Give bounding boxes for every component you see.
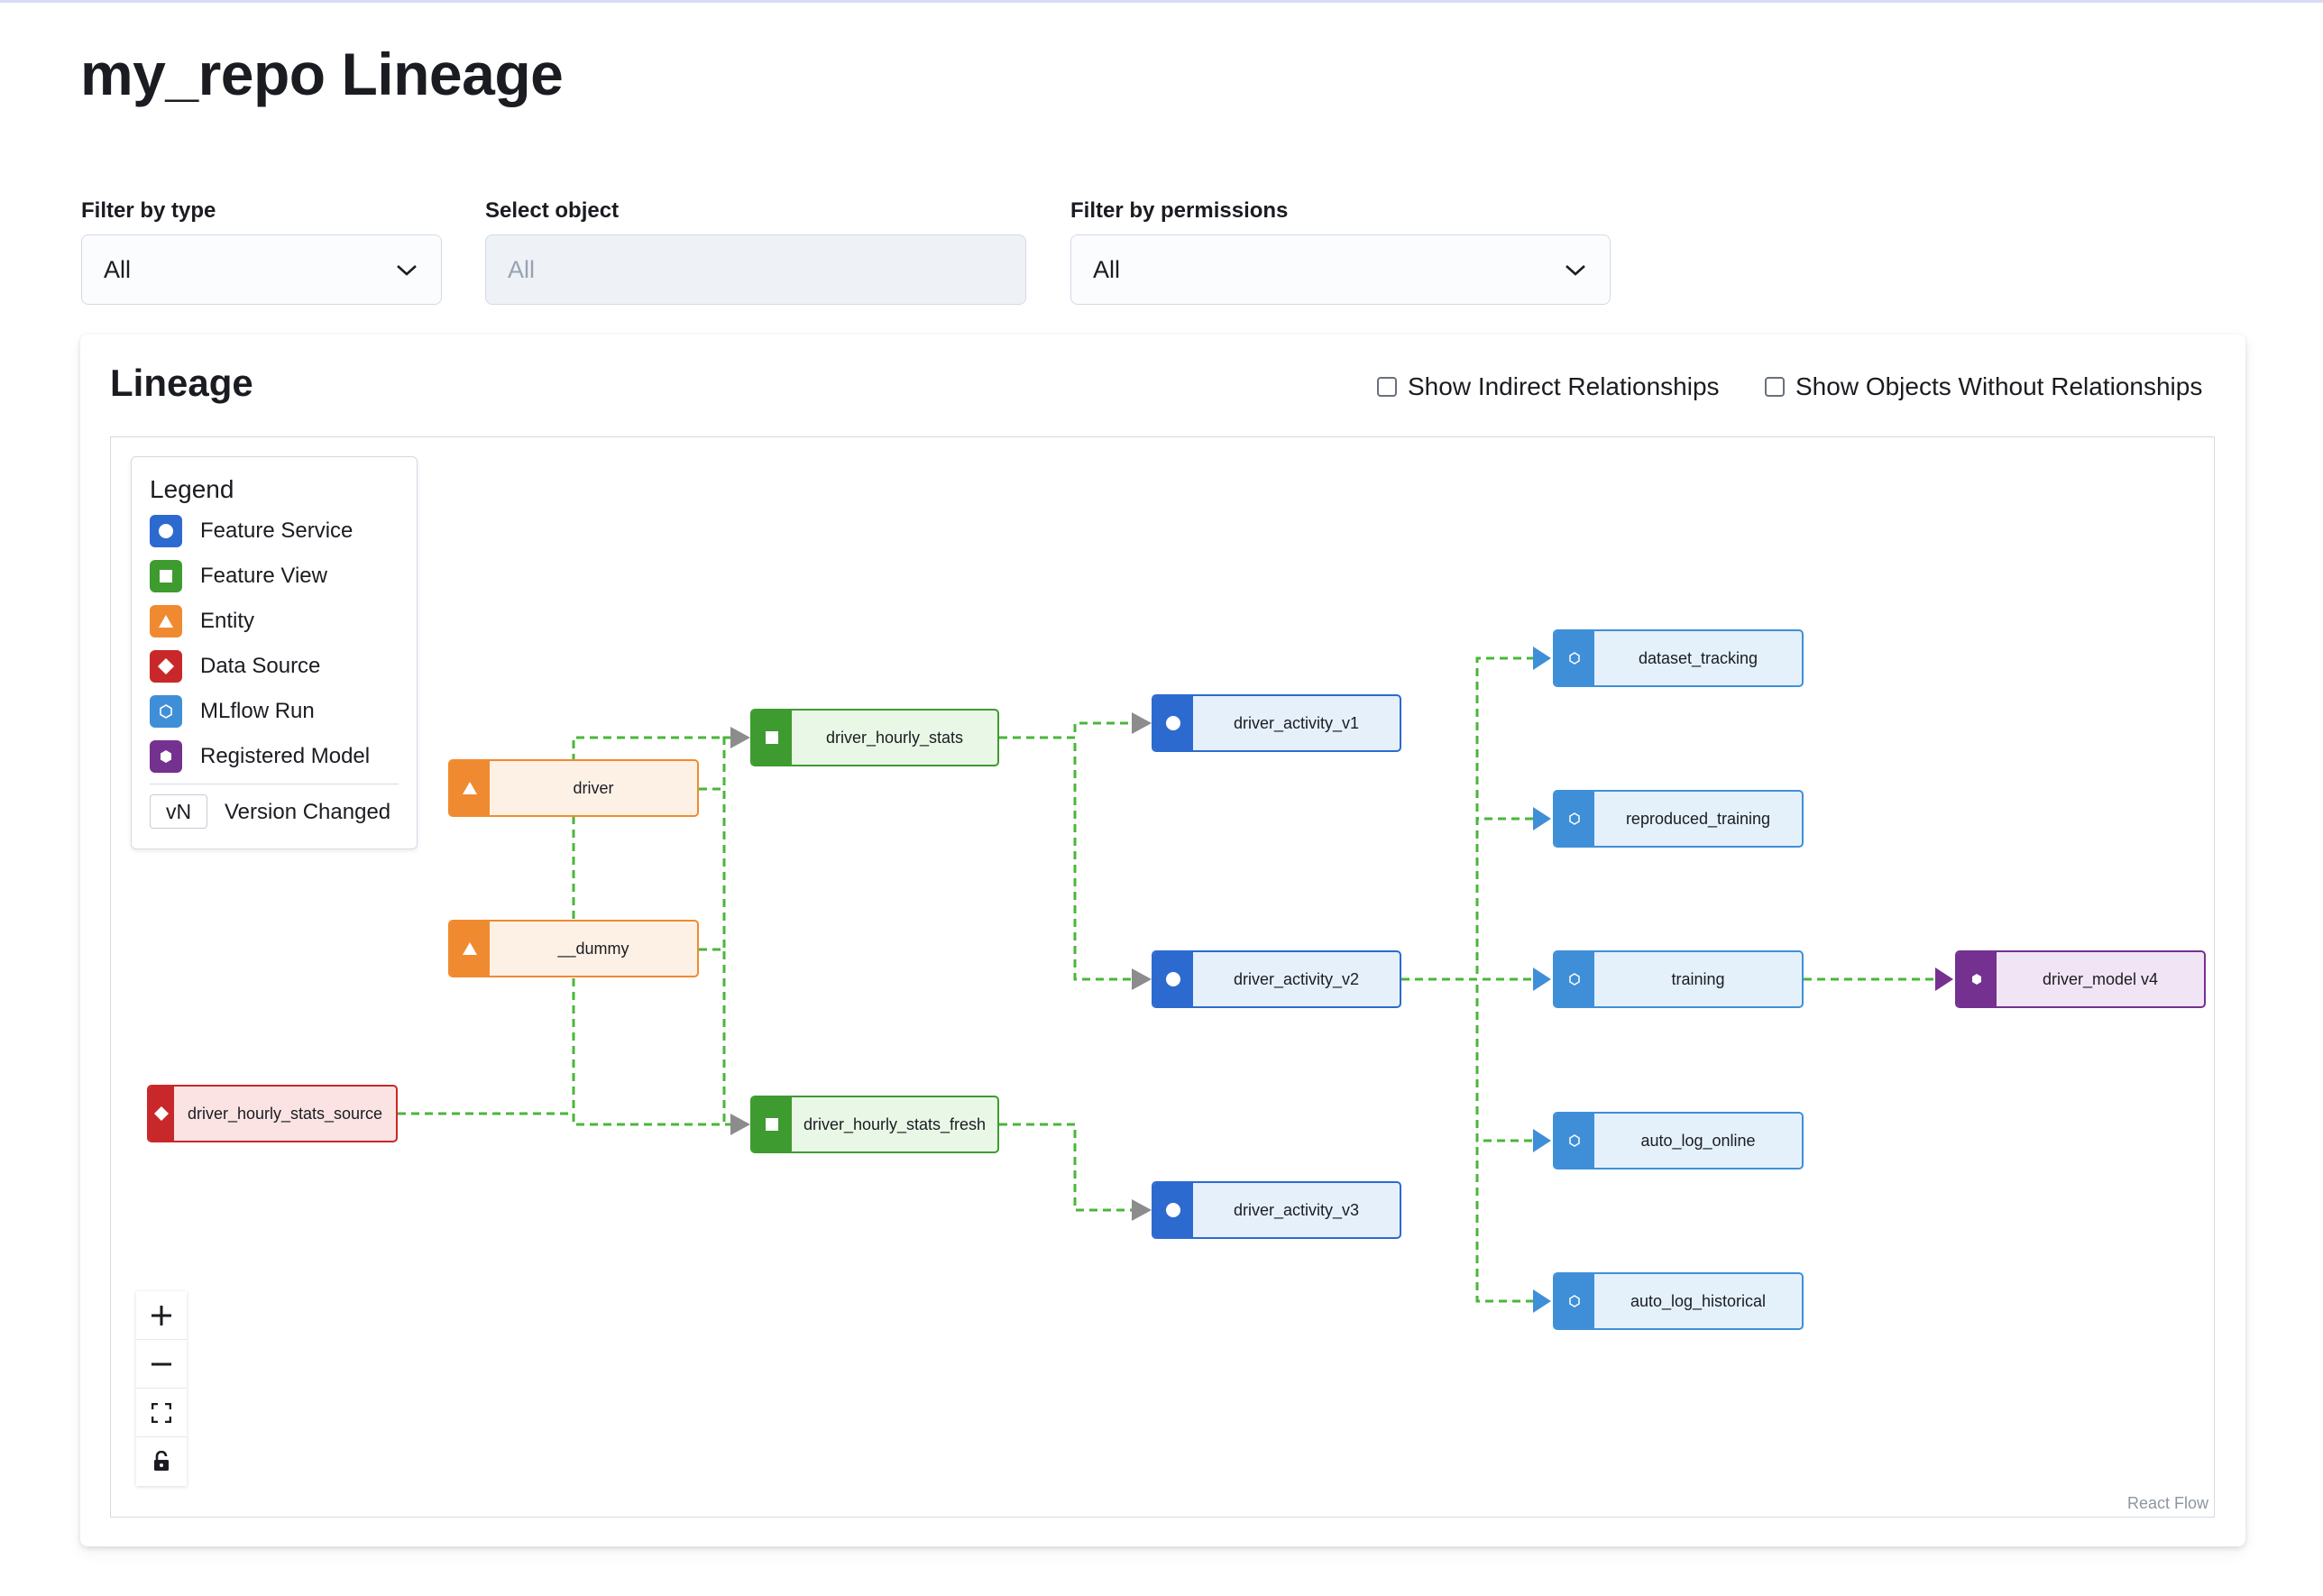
node-label: driver_activity_v1 bbox=[1233, 713, 1360, 732]
node-label: driver_model v4 bbox=[2042, 969, 2159, 988]
arrow-v3 bbox=[1132, 1199, 1152, 1221]
legend-item-entity: Entity bbox=[150, 605, 254, 637]
node-driver-activity-v2[interactable]: driver_activity_v2 bbox=[1152, 950, 1401, 1008]
edge-v2-to-auto-log-online bbox=[1401, 977, 1535, 1142]
legend-label: Registered Model bbox=[200, 744, 371, 768]
node-dummy[interactable]: __dummy bbox=[448, 920, 699, 977]
hexagon-outline-icon bbox=[150, 695, 182, 728]
fit-view-button[interactable] bbox=[136, 1389, 187, 1437]
legend-label: Feature Service bbox=[200, 518, 354, 543]
node-label: driver_activity_v3 bbox=[1233, 1200, 1360, 1219]
legend-label: Data Source bbox=[200, 654, 321, 678]
edge-dummy-to-hourly-stats bbox=[699, 736, 738, 951]
node-auto-log-online[interactable]: auto_log_online bbox=[1553, 1112, 1804, 1169]
triangle-icon bbox=[450, 922, 490, 976]
diamond-icon bbox=[150, 650, 182, 683]
arrow-auto-log-historical bbox=[1533, 1289, 1551, 1313]
legend-item-feature-service: Feature Service bbox=[150, 515, 353, 547]
node-driver-activity-v1[interactable]: driver_activity_v1 bbox=[1152, 694, 1401, 752]
hexagon-outline-icon bbox=[1555, 631, 1594, 685]
arrow-v2 bbox=[1132, 968, 1152, 990]
edge-source-to-hourly-stats-fresh bbox=[398, 1112, 738, 1126]
node-driver[interactable]: driver bbox=[448, 759, 699, 817]
lock-button[interactable] bbox=[136, 1437, 187, 1486]
legend-item-feature-view: Feature View bbox=[150, 560, 327, 592]
node-label: reproduced_training bbox=[1625, 809, 1771, 828]
edge-v2-to-reproduced-training bbox=[1401, 817, 1535, 981]
circle-icon bbox=[1153, 696, 1193, 750]
minus-icon bbox=[152, 1362, 171, 1365]
legend-item-data-source: Data Source bbox=[150, 650, 320, 683]
node-label: dataset_tracking bbox=[1638, 648, 1758, 667]
node-label: driver bbox=[573, 778, 614, 797]
arrow-dataset-tracking bbox=[1533, 647, 1551, 670]
square-icon bbox=[150, 560, 182, 592]
fit-view-icon bbox=[152, 1402, 171, 1423]
version-badge: vN bbox=[150, 794, 207, 829]
hexagon-outline-icon bbox=[1555, 952, 1594, 1006]
node-label: driver_hourly_stats_source bbox=[187, 1104, 383, 1123]
node-reproduced-training[interactable]: reproduced_training bbox=[1553, 790, 1804, 848]
legend-label: Entity bbox=[200, 609, 255, 633]
square-icon bbox=[752, 711, 792, 765]
flow-controls bbox=[136, 1291, 187, 1486]
arrow-hourly-stats bbox=[730, 727, 750, 748]
circle-icon bbox=[150, 515, 182, 547]
legend-item-mlflow-run: MLflow Run bbox=[150, 695, 315, 728]
zoom-in-button[interactable] bbox=[136, 1291, 187, 1340]
hexagon-outline-icon bbox=[1555, 1114, 1594, 1168]
hexagon-outline-icon bbox=[1555, 1274, 1594, 1328]
node-label: training bbox=[1671, 969, 1725, 988]
node-driver-activity-v3[interactable]: driver_activity_v3 bbox=[1152, 1181, 1401, 1239]
circle-icon bbox=[1153, 1183, 1193, 1237]
plus-icon bbox=[152, 1305, 171, 1325]
edge-dummy-to-hourly-stats-fresh bbox=[699, 948, 738, 1126]
arrow-training bbox=[1533, 968, 1551, 991]
arrow-driver-model bbox=[1935, 968, 1953, 991]
node-label: __dummy bbox=[557, 939, 629, 958]
version-changed-label: Version Changed bbox=[225, 800, 391, 824]
node-label: driver_hourly_stats bbox=[825, 728, 964, 747]
zoom-out-button[interactable] bbox=[136, 1340, 187, 1389]
node-label: auto_log_online bbox=[1640, 1131, 1756, 1150]
diamond-icon bbox=[149, 1087, 174, 1141]
node-driver-hourly-stats[interactable]: driver_hourly_stats bbox=[750, 709, 999, 766]
square-icon bbox=[752, 1097, 792, 1151]
arrow-hourly-stats-fresh bbox=[730, 1114, 750, 1135]
legend-item-registered-model: Registered Model bbox=[150, 740, 370, 773]
triangle-icon bbox=[450, 761, 490, 815]
node-label: auto_log_historical bbox=[1630, 1291, 1767, 1310]
node-auto-log-historical[interactable]: auto_log_historical bbox=[1553, 1272, 1804, 1330]
hexagon-icon bbox=[1957, 952, 1997, 1006]
node-label: driver_activity_v2 bbox=[1233, 969, 1360, 988]
arrow-v1 bbox=[1132, 712, 1152, 734]
legend: Legend Feature Service Feature View Enti… bbox=[131, 456, 418, 849]
hexagon-icon bbox=[150, 740, 182, 773]
edge-hourly-to-v2 bbox=[999, 736, 1138, 981]
circle-icon bbox=[1153, 952, 1193, 1006]
arrow-auto-log-online bbox=[1533, 1129, 1551, 1152]
triangle-icon bbox=[150, 605, 182, 637]
legend-title: Legend bbox=[150, 475, 234, 503]
node-driver-model[interactable]: driver_model v4 bbox=[1955, 950, 2206, 1008]
node-driver-hourly-stats-fresh[interactable]: driver_hourly_stats_fresh bbox=[750, 1096, 999, 1153]
node-training[interactable]: training bbox=[1553, 950, 1804, 1008]
legend-label: Feature View bbox=[200, 564, 327, 588]
legend-label: MLflow Run bbox=[200, 699, 315, 723]
node-dataset-tracking[interactable]: dataset_tracking bbox=[1553, 629, 1804, 687]
node-label: driver_hourly_stats_fresh bbox=[803, 1114, 987, 1133]
edge-hourly-to-v1 bbox=[999, 721, 1138, 739]
lock-icon bbox=[154, 1451, 169, 1471]
edge-fresh-to-v3 bbox=[999, 1123, 1138, 1212]
node-data-source[interactable]: driver_hourly_stats_source bbox=[147, 1085, 398, 1142]
arrow-reproduced-training bbox=[1533, 807, 1551, 830]
hexagon-outline-icon bbox=[1555, 792, 1594, 846]
